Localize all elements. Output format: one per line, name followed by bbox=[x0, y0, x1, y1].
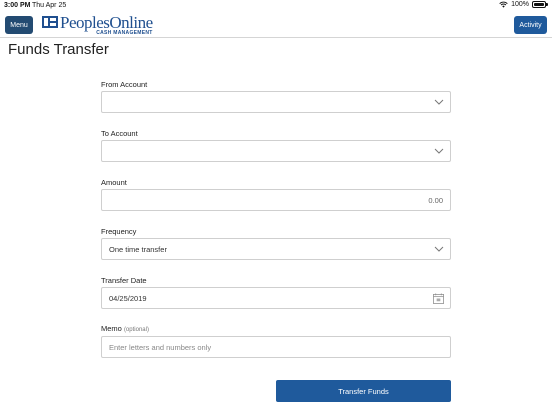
transfer-date-input[interactable]: 04/25/2019 bbox=[101, 287, 451, 309]
activity-button[interactable]: Activity bbox=[514, 16, 547, 34]
status-right: 100% bbox=[499, 1, 548, 8]
chevron-down-icon bbox=[434, 246, 444, 252]
logo: PeoplesOnline CASH MANAGEMENT bbox=[42, 14, 153, 36]
transfer-date-value: 04/25/2019 bbox=[109, 293, 147, 303]
chevron-down-icon bbox=[434, 148, 444, 154]
frequency-label: Frequency bbox=[101, 227, 137, 236]
logo-mark-icon bbox=[42, 16, 58, 28]
chevron-down-icon bbox=[434, 99, 444, 105]
memo-optional-text: (optional) bbox=[123, 327, 149, 333]
from-account-label: From Account bbox=[101, 80, 148, 89]
memo-input[interactable]: Enter letters and numbers only bbox=[101, 336, 451, 358]
logo-subtitle: CASH MANAGEMENT bbox=[96, 30, 153, 36]
status-time: 3:00 PM bbox=[4, 2, 31, 9]
battery-icon bbox=[532, 1, 548, 8]
status-bar: 3:00 PM Thu Apr 25 100% bbox=[0, 0, 552, 12]
app-header: Menu PeoplesOnline CASH MANAGEMENT Activ… bbox=[0, 12, 552, 38]
amount-label: Amount bbox=[101, 178, 127, 187]
to-account-select[interactable] bbox=[101, 140, 451, 162]
logo-name: PeoplesOnline bbox=[60, 13, 153, 32]
amount-input[interactable]: 0.00 bbox=[101, 189, 451, 211]
frequency-select[interactable]: One time transfer bbox=[101, 238, 451, 260]
status-date: Thu Apr 25 bbox=[32, 2, 67, 9]
memo-label: Memo (optional) bbox=[101, 324, 149, 333]
wifi-icon bbox=[499, 1, 508, 8]
page-title: Funds Transfer bbox=[8, 41, 109, 58]
transfer-date-label: Transfer Date bbox=[101, 276, 147, 285]
battery-percent: 100% bbox=[511, 1, 529, 8]
to-account-label: To Account bbox=[101, 129, 138, 138]
memo-label-text: Memo bbox=[101, 324, 122, 333]
amount-value: 0.00 bbox=[428, 195, 443, 205]
transfer-funds-button[interactable]: Transfer Funds bbox=[276, 380, 451, 402]
calendar-icon[interactable] bbox=[433, 293, 444, 304]
from-account-select[interactable] bbox=[101, 91, 451, 113]
frequency-value: One time transfer bbox=[109, 244, 167, 254]
memo-placeholder: Enter letters and numbers only bbox=[109, 342, 212, 352]
menu-button[interactable]: Menu bbox=[5, 16, 33, 34]
